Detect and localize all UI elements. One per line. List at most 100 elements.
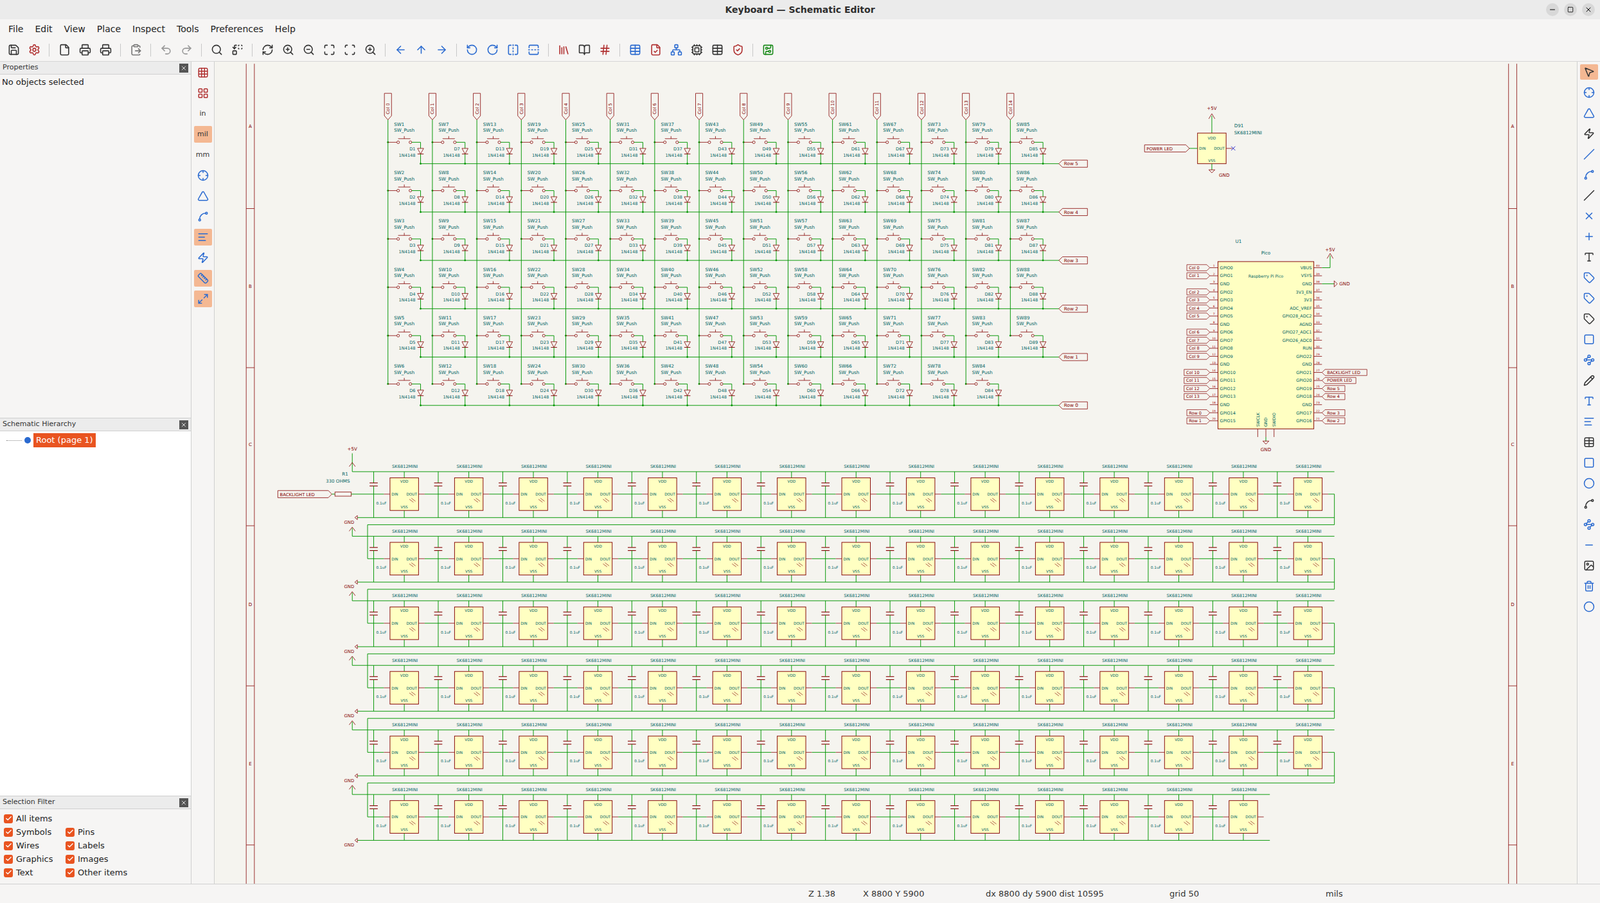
rgb-led[interactable]: 0.1uFVDDDINDOUTVSSSK6812MINI xyxy=(488,657,554,712)
panel-close-button[interactable] xyxy=(179,63,189,73)
filter-checkbox[interactable]: Pins xyxy=(65,825,187,839)
key-switch[interactable]: SW2SW_PushD21N4148 xyxy=(386,169,424,213)
diode-symbol[interactable] xyxy=(862,148,869,155)
pico-pin[interactable]: 373V3_EN xyxy=(1295,288,1322,295)
rgb-led[interactable]: 0.1uFVDDDINDOUTVSSSK6812MINI xyxy=(1134,722,1200,776)
right-tool-button[interactable] xyxy=(1580,167,1599,183)
rgb-led[interactable]: 0.1uFVDDDINDOUTVSSSK6812MINI xyxy=(424,722,489,776)
pico-pin[interactable]: 31GPIO26_ADC0 xyxy=(1282,336,1323,344)
diode-symbol[interactable] xyxy=(684,148,691,155)
toolbar-button[interactable] xyxy=(524,41,542,59)
right-tool-button[interactable] xyxy=(1580,578,1599,594)
pico-pin[interactable]: 40VBUS+5V xyxy=(1300,246,1336,271)
diode-symbol[interactable] xyxy=(728,341,736,348)
key-switch[interactable]: SW3SW_PushD31N4148 xyxy=(386,217,424,261)
toolbar-button[interactable] xyxy=(667,41,685,59)
diode-symbol[interactable] xyxy=(773,390,780,396)
diode-symbol[interactable] xyxy=(417,244,425,251)
rgb-led[interactable]: 0.1uFVDDDINDOUTVSSSK6812MINI xyxy=(876,593,941,647)
rgb-led[interactable]: 0.1uFVDDDINDOUTVSSSK6812MINI xyxy=(553,463,619,518)
key-switch[interactable]: SW80SW_PushD801N4148 xyxy=(965,169,1002,213)
rgb-led[interactable]: 0.1uFVDDDINDOUTVSSSK6812MINI xyxy=(424,528,489,583)
toolbar-button[interactable] xyxy=(729,41,747,59)
key-switch[interactable]: SW87SW_PushD871N4148 xyxy=(1009,217,1047,261)
right-tool-button[interactable] xyxy=(1580,105,1599,121)
row-label-flag[interactable] xyxy=(1058,353,1088,361)
key-switch[interactable]: SW50SW_PushD501N4148 xyxy=(742,169,780,213)
right-tool-button[interactable] xyxy=(1580,393,1599,409)
key-switch[interactable]: SW43SW_PushD431N4148 xyxy=(698,121,736,165)
diode-symbol[interactable] xyxy=(550,390,558,396)
pico-pin[interactable]: 16GPIO12Col 12 xyxy=(1184,384,1236,392)
diode-symbol[interactable] xyxy=(817,244,824,251)
key-switch[interactable]: SW5SW_PushD51N4148 xyxy=(386,314,424,358)
diode-symbol[interactable] xyxy=(506,244,513,251)
key-switch[interactable]: SW56SW_PushD561N4148 xyxy=(787,169,824,213)
key-switch[interactable]: SW77SW_PushD771N4148 xyxy=(920,314,958,358)
schematic-drawing[interactable]: AABBCCDDEECol 0SW1SW_PushD11N4148SW2SW_P… xyxy=(214,61,1577,884)
hierarchy-item[interactable]: Root (page 1) xyxy=(0,433,191,448)
close-button[interactable] xyxy=(1582,3,1595,17)
rgb-led[interactable]: 0.1uFVDDDINDOUTVSSSK6812MINI xyxy=(876,528,941,583)
rgb-led[interactable]: 0.1uFVDDDINDOUTVSSSK6812MINI xyxy=(1199,593,1264,647)
toolbar-button[interactable] xyxy=(647,41,664,59)
net-label[interactable]: Row 5 xyxy=(1321,385,1345,392)
left-tool-button[interactable] xyxy=(194,187,213,205)
key-switch[interactable]: SW26SW_PushD261N4148 xyxy=(564,169,602,213)
diode-symbol[interactable] xyxy=(951,293,958,300)
rgb-led[interactable]: 0.1uFVDDDINDOUTVSSSK6812MINI xyxy=(1069,593,1135,647)
toolbar-button[interactable] xyxy=(361,41,379,59)
column-label-flag[interactable] xyxy=(562,93,570,120)
toolbar-button[interactable] xyxy=(177,41,195,59)
rgb-led[interactable]: 0.1uFVDDDINDOUTVSSSK6812MINI xyxy=(747,593,812,647)
rgb-led[interactable]: 0.1uFVDDDINDOUTVSSSK6812MINI xyxy=(1005,528,1070,583)
key-switch[interactable]: SW54SW_PushD541N4148 xyxy=(742,363,780,407)
rgb-led[interactable]: 0.1uFVDDDINDOUTVSSSK6812MINI xyxy=(618,463,683,518)
key-switch[interactable]: SW32SW_PushD321N4148 xyxy=(609,169,646,213)
rgb-led[interactable]: 0.1uFVDDDINDOUTVSSSK6812MINI xyxy=(488,722,554,776)
left-tool-button[interactable] xyxy=(194,269,213,287)
diode-symbol[interactable] xyxy=(550,293,558,300)
pico-pin[interactable]: 38GNDGND xyxy=(1302,280,1351,287)
right-tool-button[interactable] xyxy=(1580,475,1599,491)
key-switch[interactable]: SW9SW_PushD91N4148 xyxy=(431,217,469,261)
unit-button[interactable]: in xyxy=(194,105,213,123)
diode-symbol[interactable] xyxy=(640,244,647,251)
toolbar-button[interactable] xyxy=(279,41,297,59)
toolbar-button[interactable] xyxy=(463,41,480,59)
key-switch[interactable]: SW38SW_PushD381N4148 xyxy=(653,169,691,213)
key-switch[interactable]: SW12SW_PushD121N4148 xyxy=(431,363,469,407)
diode-symbol[interactable] xyxy=(684,341,691,348)
pico-pin[interactable]: 6GPIO4Col 4 xyxy=(1186,304,1234,312)
diode-symbol[interactable] xyxy=(506,148,513,155)
key-switch[interactable]: SW75SW_PushD751N4148 xyxy=(920,217,958,261)
key-switch[interactable]: SW55SW_PushD551N4148 xyxy=(787,121,824,165)
pico-pin[interactable]: SWCLK xyxy=(1255,411,1261,437)
rgb-led[interactable]: 0.1uFVDDDINDOUTVSSSK6812MINI xyxy=(553,593,619,647)
diode-symbol[interactable] xyxy=(773,293,780,300)
diode-symbol[interactable] xyxy=(862,341,869,348)
toolbar-button[interactable] xyxy=(25,41,43,59)
key-switch[interactable]: SW19SW_PushD191N4148 xyxy=(520,121,558,165)
menu-item[interactable]: Preferences xyxy=(204,22,270,36)
key-switch[interactable]: SW59SW_PushD591N4148 xyxy=(787,314,824,358)
key-switch[interactable]: SW52SW_PushD521N4148 xyxy=(742,266,780,310)
pico-pin[interactable]: 4GPIO2Col 2 xyxy=(1186,288,1234,295)
key-switch[interactable]: SW40SW_PushD401N4148 xyxy=(653,266,691,310)
net-label[interactable]: Col 9 xyxy=(1186,353,1210,360)
diode-symbol[interactable] xyxy=(640,390,647,396)
key-switch[interactable]: SW88SW_PushD881N4148 xyxy=(1009,266,1047,310)
right-tool-button[interactable] xyxy=(1580,125,1599,142)
diode-symbol[interactable] xyxy=(728,148,736,155)
key-switch[interactable]: SW17SW_PushD171N4148 xyxy=(476,314,513,358)
diode-symbol[interactable] xyxy=(506,341,513,348)
pico-pin[interactable]: 14GPIO10Col 10 xyxy=(1184,368,1236,376)
column-label-flag[interactable] xyxy=(650,93,658,120)
left-tool-button[interactable] xyxy=(194,84,213,102)
rgb-led[interactable]: 0.1uFVDDDINDOUTVSSSK6812MINI xyxy=(1263,722,1329,776)
menu-item[interactable]: Help xyxy=(269,22,302,36)
rgb-led[interactable]: 0.1uFVDDDINDOUTVSSSK6812MINI xyxy=(747,463,812,518)
key-switch[interactable]: SW16SW_PushD161N4148 xyxy=(476,266,513,310)
menu-item[interactable]: Tools xyxy=(170,22,205,36)
rgb-led[interactable]: 0.1uFVDDDINDOUTVSSSK6812MINI xyxy=(876,722,941,776)
